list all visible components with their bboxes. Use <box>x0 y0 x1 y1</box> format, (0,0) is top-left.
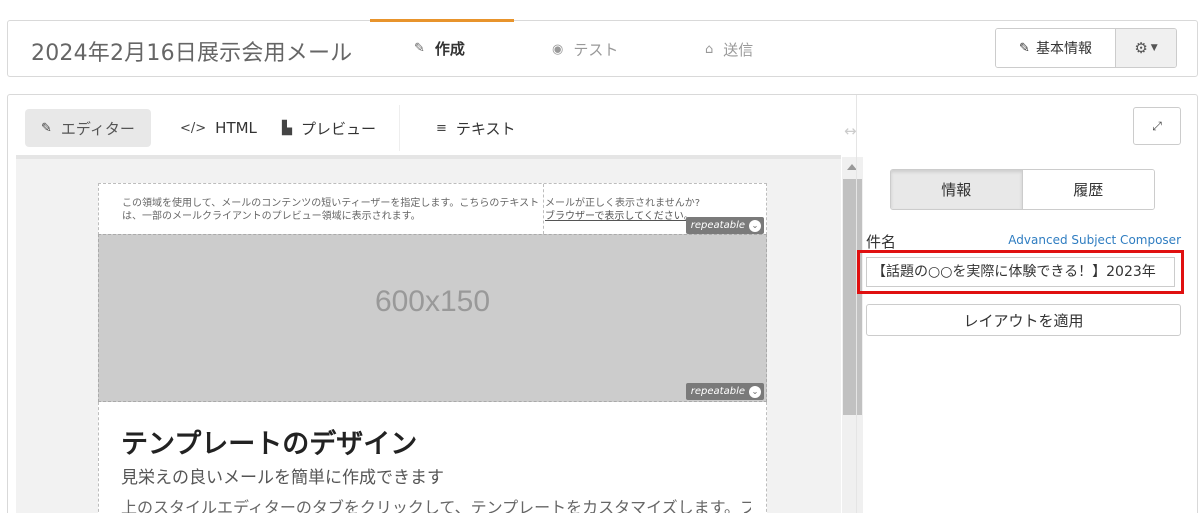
repeatable-label: repeatable <box>690 386 745 397</box>
file-icon: ▙ <box>282 120 292 136</box>
pencil-icon: ✎ <box>1019 40 1030 56</box>
target-icon: ◉ <box>552 41 564 57</box>
inbox-icon: ⌂ <box>705 41 714 57</box>
tab-info[interactable]: 情報 <box>891 170 1023 209</box>
repeatable-badge[interactable]: repeatable ⌄ <box>685 217 764 234</box>
campaign-header: 2024年2月16日展示会用メール ✎ 作成 ◉ テスト ⌂ 送信 ✎ 基本情報… <box>7 19 1198 77</box>
placeholder-image-label: 600x150 <box>374 285 491 318</box>
html-tab-label: HTML <box>215 119 257 137</box>
subject-highlight-box: 【話題の○○を実際に体験できる！】2023年 <box>857 250 1184 294</box>
tab-test[interactable]: ◉ テスト <box>552 21 618 77</box>
edit-icon: ✎ <box>41 120 52 136</box>
subject-label: 件名 <box>866 233 897 251</box>
editor-toolbar: ✎ エディター </> HTML ▙ プレビュー ≡ テキスト <box>16 97 841 159</box>
resize-handle-icon[interactable]: ↔ <box>844 122 857 140</box>
expand-icon: ⤢ <box>1152 118 1162 133</box>
editor-tab[interactable]: ✎ エディター <box>25 109 151 147</box>
text-tab[interactable]: ≡ テキスト <box>420 109 531 147</box>
preheader-block[interactable]: この領域を使用して、メールのコンテンツの短いティーザーを指定します。こちらのテキ… <box>98 183 767 235</box>
editor-area: ✎ エディター </> HTML ▙ プレビュー ≡ テキスト この領域を使用し… <box>16 97 841 513</box>
tab-send-label: 送信 <box>723 40 754 59</box>
chevron-down-icon: ⌄ <box>749 219 761 232</box>
code-icon: </> <box>180 120 207 136</box>
tab-create[interactable]: ✎ 作成 <box>370 19 514 75</box>
sidebar-tabs: 情報 履歴 <box>890 169 1155 210</box>
tab-send[interactable]: ⌂ 送信 <box>705 21 753 77</box>
basic-info-label: 基本情報 <box>1035 41 1092 57</box>
expand-button[interactable]: ⤢ <box>1133 107 1181 145</box>
content-block[interactable]: テンプレートのデザイン 見栄えの良いメールを簡単に作成できます 上のスタイルエデ… <box>98 402 767 513</box>
view-online-prompt: メールが正しく表示されませんか? <box>545 198 701 209</box>
repeatable-badge[interactable]: repeatable ⌄ <box>685 383 764 400</box>
html-tab[interactable]: </> HTML <box>164 109 273 147</box>
preview-tab-label: プレビュー <box>301 119 377 138</box>
email-body-preview: この領域を使用して、メールのコンテンツの短いティーザーを指定します。こちらのテキ… <box>98 183 767 513</box>
caret-down-icon: ▼ <box>1150 43 1158 53</box>
basic-info-button[interactable]: ✎ 基本情報 <box>996 29 1116 67</box>
advanced-subject-composer-link[interactable]: Advanced Subject Composer <box>1008 233 1181 247</box>
edit-icon: ✎ <box>414 41 425 56</box>
email-title: 2024年2月16日展示会用メール <box>31 41 353 66</box>
text-tab-label: テキスト <box>455 119 516 138</box>
tab-test-label: テスト <box>573 40 619 59</box>
subject-input[interactable]: 【話題の○○を実際に体験できる！】2023年 <box>866 257 1175 287</box>
header-actions: ✎ 基本情報 ⚙ ▼ <box>995 28 1177 68</box>
align-left-icon: ≡ <box>436 120 447 136</box>
editor-panel: ✎ エディター </> HTML ▙ プレビュー ≡ テキスト この領域を使用し… <box>7 94 1198 513</box>
settings-dropdown-button[interactable]: ⚙ ▼ <box>1116 29 1176 67</box>
repeatable-label: repeatable <box>690 220 745 231</box>
template-body: 上のスタイルエディターのタブをクリックして、テンプレートをカスタマイズします。フ <box>121 498 751 513</box>
placeholder-image[interactable]: 600x150 repeatable ⌄ <box>98 234 767 402</box>
email-canvas[interactable]: この領域を使用して、メールのコンテンツの短いティーザーを指定します。こちらのテキ… <box>16 159 841 513</box>
preview-tab[interactable]: ▙ プレビュー <box>266 109 392 147</box>
chevron-down-icon: ⌄ <box>749 385 761 398</box>
tab-create-label: 作成 <box>434 40 465 58</box>
editor-tab-label: エディター <box>60 119 135 138</box>
toolbar-divider <box>399 105 400 151</box>
tab-history[interactable]: 履歴 <box>1022 170 1154 209</box>
preheader-text: この領域を使用して、メールのコンテンツの短いティーザーを指定します。こちらのテキ… <box>122 198 540 222</box>
gear-icon: ⚙ <box>1134 39 1148 57</box>
template-subtitle: 見栄えの良いメールを簡単に作成できます <box>121 468 444 488</box>
apply-layout-button[interactable]: レイアウトを適用 <box>866 304 1181 336</box>
template-title: テンプレートのデザイン <box>121 429 418 460</box>
properties-sidebar: ⤢ 情報 履歴 件名 Advanced Subject Composer 【話題… <box>856 95 1199 513</box>
